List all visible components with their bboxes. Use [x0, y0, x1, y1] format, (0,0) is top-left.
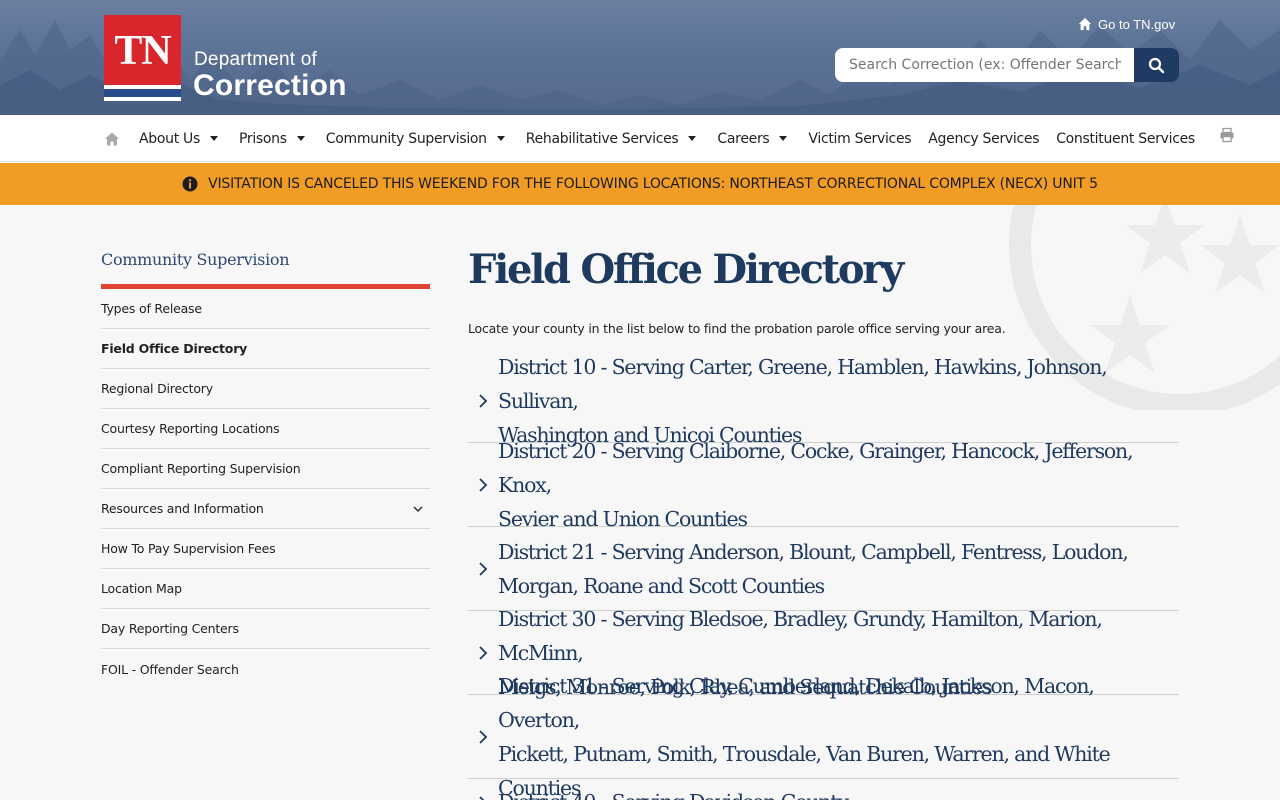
goto-label: Go to TN.gov [1098, 16, 1176, 32]
caret-down-icon [496, 136, 505, 141]
main-navigation: About Us Prisons Community Supervision R… [0, 115, 1280, 162]
nav-rehabilitative-services[interactable]: Rehabilitative Services [526, 131, 701, 147]
alert-text[interactable]: VISITATION IS CANCELED THIS WEEKEND FOR … [208, 176, 1098, 192]
chevron-down-icon[interactable] [412, 503, 424, 515]
district-title-line1: District 10 - Serving Carter, Greene, Ha… [498, 354, 1108, 413]
sidebar-item-pay-fees[interactable]: How To Pay Supervision Fees [101, 529, 430, 569]
sidebar: Community Supervision Types of Release F… [101, 244, 430, 689]
search-button[interactable] [1134, 48, 1179, 82]
tn-logo-mark: TN [104, 15, 181, 101]
logo-correction: Correction [193, 69, 347, 102]
district-title-line1: District 40 - Serving Davidson County [498, 785, 849, 800]
accordion-district-31[interactable]: District 31 - Serving Clay, Cumberland, … [468, 674, 1179, 800]
caret-down-icon [296, 136, 305, 141]
main-content: Field Office Directory Locate your count… [468, 244, 1179, 800]
sidebar-item-foil-search[interactable]: FOIL - Offender Search [101, 649, 430, 689]
district-title-line1: District 21 - Serving Anderson, Blount, … [498, 539, 1129, 564]
chevron-right-icon [479, 796, 485, 800]
nav-about-us[interactable]: About Us [139, 131, 222, 147]
nav-prisons[interactable]: Prisons [239, 131, 309, 147]
nav-community-supervision[interactable]: Community Supervision [326, 131, 509, 147]
logo-letters: TN [114, 28, 171, 74]
accordion-district-10[interactable]: District 10 - Serving Carter, Greene, Ha… [468, 355, 1179, 447]
sidebar-item-regional-directory[interactable]: Regional Directory [101, 369, 430, 409]
logo-department: Department of [194, 49, 317, 70]
district-title-line2: Sevier and Union Counties [498, 506, 748, 531]
nav-constituent-services[interactable]: Constituent Services [1056, 131, 1195, 147]
nav-victim-services[interactable]: Victim Services [808, 131, 911, 147]
sidebar-item-day-reporting[interactable]: Day Reporting Centers [101, 609, 430, 649]
accordion-district-21[interactable]: District 21 - Serving Anderson, Blount, … [468, 527, 1179, 611]
chevron-right-icon [479, 729, 488, 744]
chevron-right-icon [479, 645, 488, 660]
caret-down-icon [779, 136, 788, 141]
site-logo[interactable]: TN Department of Correction [104, 15, 346, 102]
home-icon[interactable] [104, 131, 120, 147]
district-title-line1: District 31 - Serving Clay, Cumberland, … [498, 673, 1095, 732]
district-title-line2: Morgan, Roane and Scott Counties [498, 573, 825, 598]
sidebar-item-resources[interactable]: Resources and Information [101, 489, 430, 529]
district-title-line1: District 20 - Serving Claiborne, Cocke, … [498, 438, 1134, 497]
chevron-right-icon [479, 393, 488, 408]
search-input[interactable] [835, 48, 1135, 82]
sidebar-item-types-of-release[interactable]: Types of Release [101, 289, 430, 329]
sidebar-list: Types of Release Field Office Directory … [101, 289, 430, 689]
district-title-line1: District 30 - Serving Bledsoe, Bradley, … [498, 606, 1103, 665]
search-icon [1148, 57, 1165, 73]
home-icon [1078, 17, 1092, 31]
site-search [835, 48, 1179, 82]
sidebar-title[interactable]: Community Supervision [101, 244, 430, 284]
accordion-district-20[interactable]: District 20 - Serving Claiborne, Cocke, … [468, 439, 1179, 531]
alert-banner: VISITATION IS CANCELED THIS WEEKEND FOR … [0, 163, 1280, 205]
chevron-right-icon [479, 561, 488, 576]
caret-down-icon [209, 136, 218, 141]
sidebar-item-field-office-directory[interactable]: Field Office Directory [101, 329, 430, 369]
info-icon [182, 176, 198, 192]
sidebar-item-location-map[interactable]: Location Map [101, 569, 430, 609]
nav-agency-services[interactable]: Agency Services [928, 131, 1039, 147]
nav-careers[interactable]: Careers [717, 131, 791, 147]
chevron-right-icon [479, 477, 488, 492]
page-title: Field Office Directory [468, 246, 904, 293]
site-header: TN Department of Correction Go to TN.gov [0, 0, 1280, 115]
sidebar-item-courtesy-reporting[interactable]: Courtesy Reporting Locations [101, 409, 430, 449]
goto-tn-link[interactable]: Go to TN.gov [1078, 15, 1175, 33]
caret-down-icon [688, 136, 697, 141]
sidebar-item-compliant-reporting[interactable]: Compliant Reporting Supervision [101, 449, 430, 489]
print-icon[interactable] [1219, 127, 1235, 143]
